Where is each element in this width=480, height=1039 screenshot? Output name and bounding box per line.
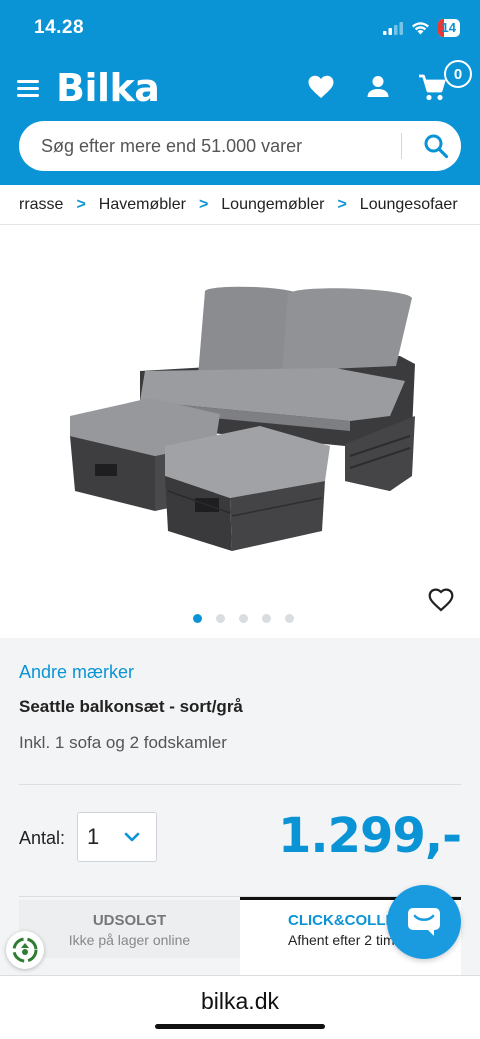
breadcrumb-item[interactable]: Havemøbler bbox=[99, 196, 186, 214]
status-time: 14.28 bbox=[34, 17, 85, 38]
divider bbox=[19, 784, 461, 785]
product-subtitle: Inkl. 1 sofa og 2 fodskamler bbox=[19, 733, 227, 752]
user-icon[interactable] bbox=[367, 75, 389, 99]
breadcrumb: rrasse > Havemøbler > Loungemøbler > Lou… bbox=[0, 185, 480, 225]
cart-count-badge: 0 bbox=[444, 60, 472, 88]
product-gallery[interactable] bbox=[0, 226, 480, 638]
search-bar bbox=[19, 121, 461, 171]
menu-icon[interactable] bbox=[17, 80, 39, 97]
chat-bubble-icon bbox=[408, 908, 440, 936]
home-indicator[interactable] bbox=[155, 1024, 325, 1029]
gallery-dot[interactable] bbox=[192, 614, 202, 623]
heart-icon[interactable] bbox=[308, 75, 334, 99]
bilka-logo[interactable]: Bilka bbox=[56, 66, 160, 110]
gallery-dot[interactable] bbox=[261, 614, 271, 623]
product-price: 1.299,- bbox=[278, 808, 462, 864]
tab-title: UDSOLGT bbox=[92, 912, 167, 929]
quantity-label: Antal: bbox=[19, 828, 66, 848]
product-image bbox=[70, 286, 415, 551]
chevron-right-icon: > bbox=[337, 195, 347, 213]
cart-icon[interactable] bbox=[418, 74, 446, 102]
gallery-dot[interactable] bbox=[215, 614, 225, 623]
chat-button[interactable] bbox=[387, 885, 461, 959]
product-title: Seattle balkonsæt - sort/grå bbox=[19, 697, 243, 716]
gallery-dot[interactable] bbox=[238, 614, 248, 623]
breadcrumb-item[interactable]: Loungemøbler bbox=[221, 196, 324, 214]
quantity-value: 1 bbox=[87, 824, 100, 849]
browser-bar: bilka.dk bbox=[0, 975, 480, 1039]
nav-row: Bilka 0 bbox=[0, 60, 480, 114]
breadcrumb-item[interactable]: Loungesofaer bbox=[360, 196, 458, 214]
chevron-right-icon: > bbox=[76, 195, 86, 213]
add-to-favorites-icon[interactable] bbox=[427, 586, 455, 614]
tab-text: Ikke på lager online bbox=[68, 932, 191, 948]
wifi-icon bbox=[411, 22, 429, 35]
quantity-select[interactable]: 1 bbox=[77, 812, 157, 862]
search-icon[interactable] bbox=[423, 133, 449, 159]
recycle-icon[interactable] bbox=[6, 931, 44, 969]
brand-link[interactable]: Andre mærker bbox=[19, 662, 134, 683]
tab-online-delivery[interactable]: UDSOLGT Ikke på lager online bbox=[19, 900, 240, 958]
search-input[interactable] bbox=[41, 121, 401, 171]
gallery-dot[interactable] bbox=[284, 614, 294, 623]
battery-icon: 14 bbox=[437, 19, 460, 37]
status-icons: 14 bbox=[382, 19, 460, 37]
breadcrumb-item[interactable]: rrasse bbox=[19, 196, 63, 214]
gallery-pagination bbox=[0, 614, 480, 623]
status-bar: 14.28 14 bbox=[0, 0, 480, 58]
signal-icon bbox=[382, 21, 403, 35]
browser-url[interactable]: bilka.dk bbox=[0, 988, 480, 1015]
header: 14.28 14 Bilka 0 Søg efter mere end 51.0… bbox=[0, 0, 480, 185]
chevron-down-icon bbox=[124, 832, 140, 842]
search-divider bbox=[401, 133, 402, 159]
chevron-right-icon: > bbox=[198, 195, 209, 213]
